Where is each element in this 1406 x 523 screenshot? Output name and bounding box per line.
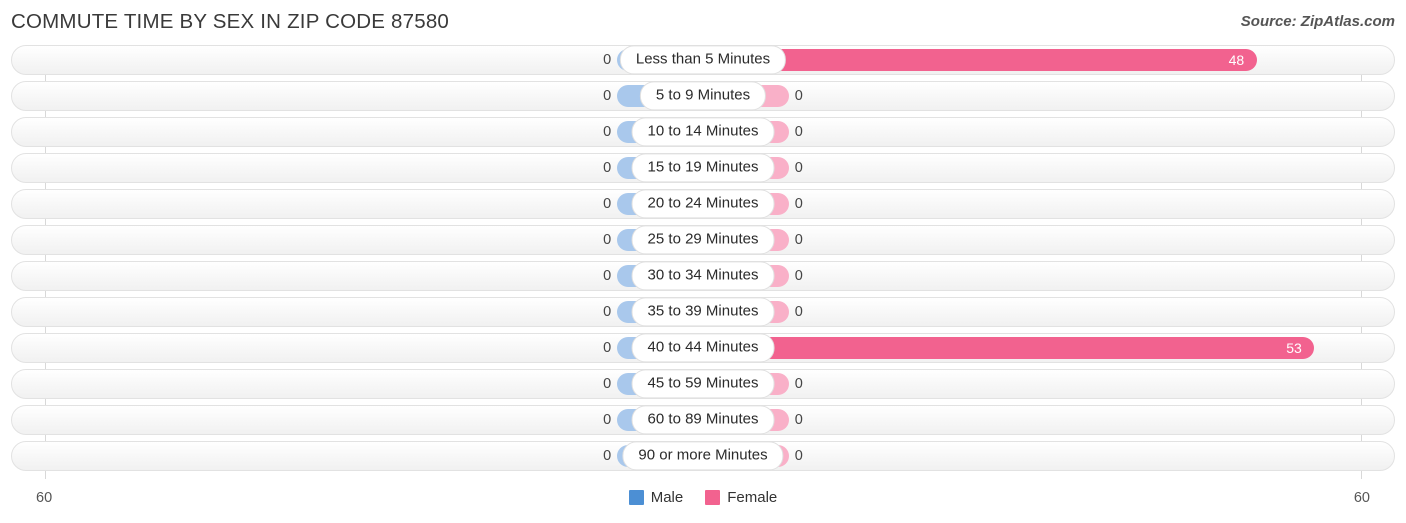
- category-label-pill: Less than 5 Minutes: [619, 45, 787, 75]
- bar-rows: 0 48 Less than 5 Minutes 0 0 5 to 9 Minutes 0 0…: [11, 45, 1395, 477]
- category-label-pill: 40 to 44 Minutes: [631, 333, 775, 363]
- category-label-pill: 15 to 19 Minutes: [631, 153, 775, 183]
- category-label-pill: 90 or more Minutes: [622, 441, 784, 471]
- table-row: 0 0 10 to 14 Minutes: [11, 117, 1395, 147]
- category-label-pill: 45 to 59 Minutes: [631, 369, 775, 399]
- table-row: 0 0 5 to 9 Minutes: [11, 81, 1395, 111]
- female-value-label: 53: [1286, 340, 1302, 356]
- chart-legend: Male Female: [0, 489, 1406, 506]
- male-value-label: 0: [603, 124, 612, 140]
- legend-label-female: Female: [727, 489, 778, 506]
- legend-item-female[interactable]: Female: [705, 489, 777, 506]
- source-attribution: Source: ZipAtlas.com: [1240, 13, 1395, 30]
- female-bar[interactable]: [703, 337, 1315, 359]
- chart-header: COMMUTE TIME BY SEX IN ZIP CODE 87580 So…: [0, 0, 1406, 45]
- chart-footer: 60 60 Male Female: [0, 485, 1406, 523]
- female-value-label: 0: [794, 88, 803, 104]
- female-value-label: 0: [794, 412, 803, 428]
- table-row: 0 0 45 to 59 Minutes: [11, 369, 1395, 399]
- female-value-label: 0: [794, 304, 803, 320]
- category-label-pill: 35 to 39 Minutes: [631, 297, 775, 327]
- table-row: 0 0 90 or more Minutes: [11, 441, 1395, 471]
- table-row: 0 48 Less than 5 Minutes: [11, 45, 1395, 75]
- table-row: 0 0 20 to 24 Minutes: [11, 189, 1395, 219]
- male-value-label: 0: [603, 232, 612, 248]
- table-row: 0 53 40 to 44 Minutes: [11, 333, 1395, 363]
- chart-plot-area: 0 48 Less than 5 Minutes 0 0 5 to 9 Minutes 0 0…: [0, 45, 1406, 485]
- female-bar[interactable]: [703, 49, 1257, 71]
- male-value-label: 0: [603, 52, 612, 68]
- female-value-label: 0: [794, 196, 803, 212]
- male-value-label: 0: [603, 268, 612, 284]
- table-row: 0 0 60 to 89 Minutes: [11, 405, 1395, 435]
- category-label-pill: 30 to 34 Minutes: [631, 261, 775, 291]
- category-label-pill: 25 to 29 Minutes: [631, 225, 775, 255]
- female-value-label: 0: [794, 124, 803, 140]
- legend-item-male[interactable]: Male: [628, 489, 684, 506]
- female-color-swatch-icon: [705, 490, 721, 505]
- male-value-label: 0: [603, 88, 612, 104]
- page-title: COMMUTE TIME BY SEX IN ZIP CODE 87580: [11, 10, 450, 33]
- category-label-pill: 5 to 9 Minutes: [639, 81, 767, 111]
- table-row: 0 0 35 to 39 Minutes: [11, 297, 1395, 327]
- male-value-label: 0: [603, 304, 612, 320]
- female-value-label: 0: [794, 232, 803, 248]
- table-row: 0 0 15 to 19 Minutes: [11, 153, 1395, 183]
- category-label-pill: 20 to 24 Minutes: [631, 189, 775, 219]
- male-value-label: 0: [603, 448, 612, 464]
- female-value-label: 0: [794, 376, 803, 392]
- male-color-swatch-icon: [628, 490, 644, 505]
- male-value-label: 0: [603, 340, 612, 356]
- table-row: 0 0 30 to 34 Minutes: [11, 261, 1395, 291]
- category-label-pill: 10 to 14 Minutes: [631, 117, 775, 147]
- male-value-label: 0: [603, 376, 612, 392]
- male-value-label: 0: [603, 196, 612, 212]
- legend-label-male: Male: [650, 489, 684, 506]
- female-value-label: 0: [794, 268, 803, 284]
- female-value-label: 0: [794, 160, 803, 176]
- female-value-label: 0: [794, 448, 803, 464]
- male-value-label: 0: [603, 412, 612, 428]
- female-value-label: 48: [1228, 52, 1245, 68]
- male-value-label: 0: [603, 160, 612, 176]
- table-row: 0 0 25 to 29 Minutes: [11, 225, 1395, 255]
- category-label-pill: 60 to 89 Minutes: [631, 405, 775, 435]
